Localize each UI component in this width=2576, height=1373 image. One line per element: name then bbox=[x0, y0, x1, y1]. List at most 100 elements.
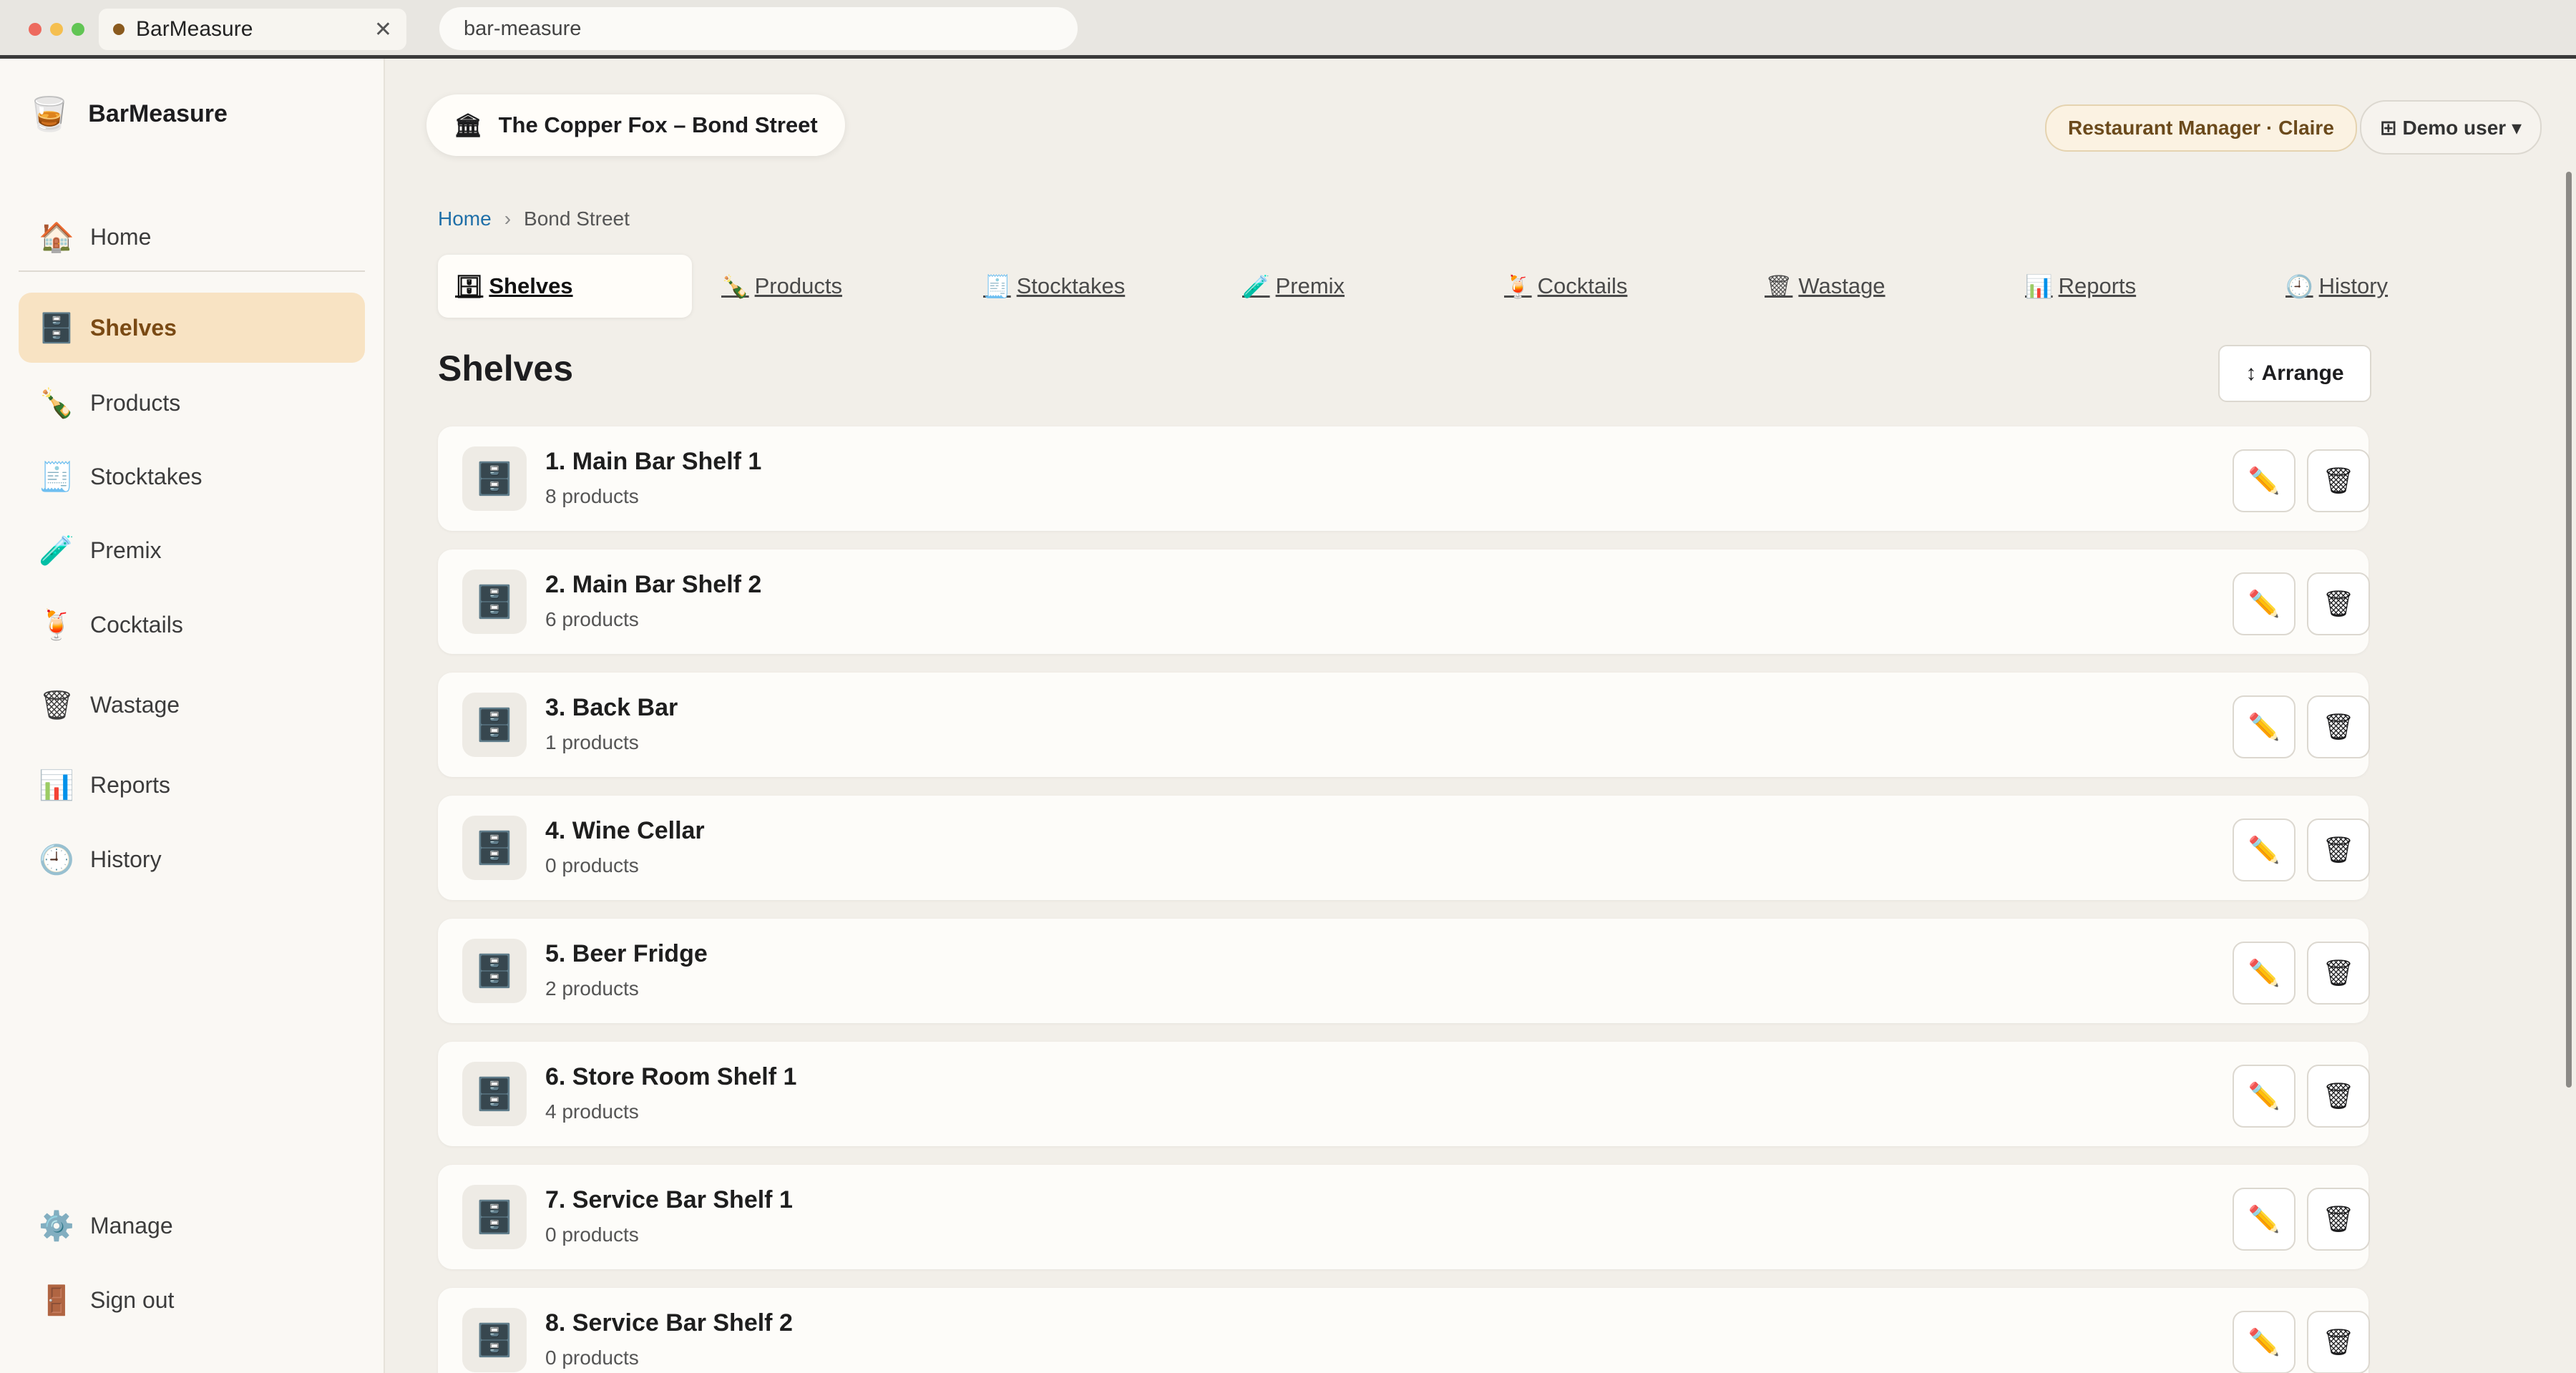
sidebar-item-label: Shelves bbox=[90, 314, 177, 341]
page-title: Shelves bbox=[438, 348, 574, 389]
shelf-row[interactable]: 🗄️ 5. Beer Fridge 2 products ✏️ 🗑 bbox=[438, 919, 2370, 1023]
close-window-button[interactable] bbox=[29, 23, 42, 36]
sidebar-item-home[interactable]: 🏠 Home bbox=[19, 202, 365, 272]
sidebar-item-label: Sign out bbox=[90, 1286, 175, 1313]
tab-label: Wastage bbox=[1798, 273, 1885, 298]
edit-shelf-button[interactable]: ✏️ bbox=[2233, 449, 2296, 512]
minimize-window-button[interactable] bbox=[50, 23, 63, 36]
door-icon: 🚪 bbox=[39, 1284, 74, 1316]
tab-label: Products bbox=[754, 273, 842, 298]
tab-products[interactable]: 🍾 Products bbox=[721, 255, 842, 318]
cabinet-icon: 🗄️ bbox=[462, 1308, 527, 1372]
sidebar-item-products[interactable]: 🍾 Products bbox=[19, 368, 365, 438]
sidebar-item-reports[interactable]: 📊 Reports bbox=[19, 750, 365, 820]
close-tab-icon[interactable]: ✕ bbox=[374, 17, 392, 42]
tab-cocktails[interactable]: 🍹 Cocktails bbox=[1504, 255, 1627, 318]
page-scrollbar[interactable] bbox=[2566, 172, 2572, 1088]
clock-icon: 🕘 bbox=[2285, 273, 2313, 299]
shelf-name: 3. Back Bar bbox=[545, 694, 678, 721]
delete-shelf-button[interactable]: 🗑 bbox=[2307, 819, 2370, 881]
wastebasket-icon: 🗑 bbox=[1765, 273, 1793, 299]
pencil-icon: ✏️ bbox=[2248, 958, 2280, 987]
pencil-icon: ✏️ bbox=[2248, 835, 2280, 864]
sidebar-item-history[interactable]: 🕘 History bbox=[19, 824, 365, 894]
shelf-row[interactable]: 🗄️ 6. Store Room Shelf 1 4 products ✏️ 🗑 bbox=[438, 1042, 2370, 1146]
tab-title: BarMeasure bbox=[136, 17, 253, 41]
edit-shelf-button[interactable]: ✏️ bbox=[2233, 695, 2296, 758]
tab-history[interactable]: 🕘 History bbox=[2285, 255, 2388, 318]
role-badge: Restaurant Manager · Claire bbox=[2045, 104, 2357, 152]
sidebar-item-stocktakes[interactable]: 🧾 Stocktakes bbox=[19, 441, 365, 512]
delete-shelf-button[interactable]: 🗑 bbox=[2307, 1065, 2370, 1128]
shelf-name: 2. Main Bar Shelf 2 bbox=[545, 571, 762, 598]
receipt-icon: 🧾 bbox=[39, 461, 74, 493]
tab-reports[interactable]: 📊 Reports bbox=[2025, 255, 2136, 318]
delete-shelf-button[interactable]: 🗑 bbox=[2307, 1311, 2370, 1373]
edit-shelf-button[interactable]: ✏️ bbox=[2233, 942, 2296, 1005]
clock-icon: 🕘 bbox=[39, 844, 74, 876]
shelf-row[interactable]: 🗄️ 1. Main Bar Shelf 1 8 products ✏️ 🗑 bbox=[438, 426, 2370, 531]
venue-selector[interactable]: 🏛 The Copper Fox – Bond Street bbox=[426, 94, 845, 156]
tab-shelves[interactable]: 🗄 Shelves bbox=[438, 255, 692, 318]
brand[interactable]: 🥃 BarMeasure bbox=[29, 94, 228, 134]
sidebar-item-label: History bbox=[90, 846, 162, 872]
sidebar-item-wastage[interactable]: 🗑 Wastage bbox=[19, 670, 365, 740]
tab-premix[interactable]: 🧪 Premix bbox=[1242, 255, 1345, 318]
pencil-icon: ✏️ bbox=[2248, 466, 2280, 495]
delete-shelf-button[interactable]: 🗑 bbox=[2307, 572, 2370, 635]
breadcrumb: Home › Bond Street bbox=[438, 207, 630, 230]
delete-shelf-button[interactable]: 🗑 bbox=[2307, 695, 2370, 758]
shelf-product-count: 4 products bbox=[545, 1100, 639, 1123]
tab-stocktakes[interactable]: 🧾 Stocktakes bbox=[983, 255, 1125, 318]
cabinet-icon: 🗄️ bbox=[462, 816, 527, 880]
shelf-product-count: 0 products bbox=[545, 1347, 639, 1369]
edit-shelf-button[interactable]: ✏️ bbox=[2233, 1188, 2296, 1251]
sidebar-item-shelves[interactable]: 🗄️ Shelves bbox=[19, 293, 365, 363]
sidebar-divider bbox=[19, 270, 365, 272]
shelf-row[interactable]: 🗄️ 7. Service Bar Shelf 1 0 products ✏️ … bbox=[438, 1165, 2370, 1269]
sidebar-item-premix[interactable]: 🧪 Premix bbox=[19, 515, 365, 585]
delete-shelf-button[interactable]: 🗑 bbox=[2307, 942, 2370, 1005]
shelf-name: 5. Beer Fridge bbox=[545, 940, 708, 967]
breadcrumb-home-link[interactable]: Home bbox=[438, 207, 492, 230]
shelf-row[interactable]: 🗄️ 3. Back Bar 1 products ✏️ 🗑 bbox=[438, 673, 2370, 777]
tab-label: Premix bbox=[1275, 273, 1345, 298]
sidebar-item-sign-out[interactable]: 🚪 Sign out bbox=[19, 1265, 365, 1335]
trash-icon: 🗑 bbox=[2322, 835, 2355, 864]
cabinet-icon: 🗄️ bbox=[462, 446, 527, 511]
user-menu-button[interactable]: ⊞ Demo user ▾ bbox=[2360, 100, 2542, 155]
cabinet-icon: 🗄️ bbox=[462, 693, 527, 757]
tab-wastage[interactable]: 🗑 Wastage bbox=[1765, 255, 1885, 318]
edit-shelf-button[interactable]: ✏️ bbox=[2233, 572, 2296, 635]
browser-tab[interactable]: BarMeasure ✕ bbox=[99, 9, 406, 50]
delete-shelf-button[interactable]: 🗑 bbox=[2307, 449, 2370, 512]
sidebar-item-label: Cocktails bbox=[90, 611, 183, 637]
favicon-icon bbox=[113, 24, 125, 35]
shelf-name: 4. Wine Cellar bbox=[545, 817, 705, 844]
delete-shelf-button[interactable]: 🗑 bbox=[2307, 1188, 2370, 1251]
shelf-product-count: 0 products bbox=[545, 1223, 639, 1246]
house-icon: 🏠 bbox=[39, 221, 74, 253]
edit-shelf-button[interactable]: ✏️ bbox=[2233, 1311, 2296, 1373]
shelf-row[interactable]: 🗄️ 2. Main Bar Shelf 2 6 products ✏️ 🗑 bbox=[438, 549, 2370, 654]
arrange-button[interactable]: ↕ Arrange bbox=[2218, 345, 2371, 402]
edit-shelf-button[interactable]: ✏️ bbox=[2233, 1065, 2296, 1128]
tab-label: History bbox=[2318, 273, 2389, 298]
bottle-icon: 🍾 bbox=[39, 387, 74, 419]
address-bar[interactable]: bar-measure bbox=[439, 7, 1078, 50]
shelf-row[interactable]: 🗄️ 8. Service Bar Shelf 2 0 products ✏️ … bbox=[438, 1288, 2370, 1373]
cabinet-icon: 🗄️ bbox=[39, 312, 74, 344]
sidebar-item-label: Reports bbox=[90, 771, 171, 798]
trash-icon: 🗑 bbox=[2322, 1327, 2355, 1357]
sidebar-item-label: Wastage bbox=[90, 691, 180, 718]
trash-icon: 🗑 bbox=[2322, 1081, 2355, 1110]
shelf-name: 8. Service Bar Shelf 2 bbox=[545, 1309, 793, 1337]
cabinet-icon: 🗄️ bbox=[462, 939, 527, 1003]
edit-shelf-button[interactable]: ✏️ bbox=[2233, 819, 2296, 881]
shelf-row[interactable]: 🗄️ 4. Wine Cellar 0 products ✏️ 🗑 bbox=[438, 796, 2370, 900]
sidebar: 🥃 BarMeasure 🏠 Home 🗄️ Shelves 🍾 Product… bbox=[0, 59, 385, 1373]
sidebar-item-cocktails[interactable]: 🍹 Cocktails bbox=[19, 590, 365, 660]
trash-icon: 🗑 bbox=[2322, 1204, 2355, 1233]
sidebar-item-manage[interactable]: ⚙️ Manage bbox=[19, 1191, 365, 1261]
maximize-window-button[interactable] bbox=[72, 23, 84, 36]
